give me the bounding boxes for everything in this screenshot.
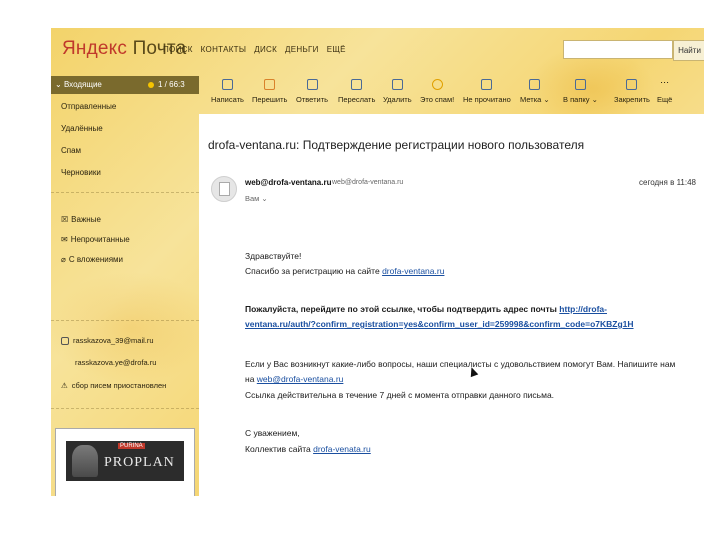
questions-line-2: на web@drofa-ventana.ru — [245, 374, 344, 384]
compose-icon — [221, 79, 233, 90]
sidebar-divider — [51, 408, 199, 409]
validity-text: Ссылка действительна в течение 7 дней с … — [245, 390, 555, 400]
collector-status[interactable]: ⚠ сбор писем приостановлен — [61, 381, 166, 390]
search-button[interactable]: Найти — [673, 40, 704, 61]
important-icon: ☒ — [61, 215, 69, 224]
compose-button[interactable]: Написать — [211, 72, 244, 104]
inbox-label: ⌄ Входящие — [55, 80, 102, 89]
confirm-link-line: ventana.ru/auth/?confirm_registration=ye… — [245, 319, 634, 329]
sidebar-item-important[interactable]: ☒ Важные — [61, 215, 101, 224]
proplan-logo: PROPLAN — [104, 455, 175, 470]
more-button[interactable]: ··· Ещё — [657, 72, 672, 105]
delete-button[interactable]: Удалить — [383, 72, 412, 104]
sidebar: ⌄ Входящие 1 / 66:3 Отправленные Удалённ… — [51, 72, 199, 496]
contact-email-link[interactable]: web@drofa-ventana.ru — [257, 374, 344, 384]
recipient-toggle[interactable]: Вам ⌄ — [245, 194, 268, 203]
sender-name[interactable]: web@drofa-ventana.ru — [245, 178, 331, 187]
forward-button[interactable]: Переслать — [338, 72, 375, 104]
confirm-link-part1[interactable]: http://drofa- — [559, 304, 607, 314]
tag-icon — [529, 79, 541, 90]
trash-icon — [391, 79, 403, 90]
sidebar-item-spam[interactable]: Спам — [61, 146, 81, 155]
team-line: Коллектив сайта drofa-venata.ru — [245, 444, 371, 454]
spam-hand-icon — [431, 79, 443, 90]
mail-window: Яндекс Почта поиск контакты диск деньги … — [51, 28, 704, 496]
document-icon — [219, 182, 230, 196]
nav-contacts[interactable]: контакты — [201, 45, 247, 54]
sender-avatar[interactable] — [211, 176, 237, 202]
sidebar-divider — [51, 192, 199, 193]
paperclip-icon: ⌀ — [61, 255, 66, 264]
label-dropdown[interactable]: Метка ⌄ — [520, 72, 550, 104]
nav-money[interactable]: деньги — [285, 45, 319, 54]
sender-address: web@drofa-ventana.ru — [332, 179, 404, 186]
pin-icon — [626, 79, 638, 90]
thanks-line: Спасибо за регистрацию на сайте drofa-ve… — [245, 266, 445, 276]
sidebar-item-drafts[interactable]: Черновики — [61, 168, 101, 177]
account-mailru[interactable]: rasskazova_39@mail.ru — [61, 336, 154, 345]
refresh-button[interactable]: Перешить — [252, 72, 287, 104]
confirm-line: Пожалуйста, перейдите по этой ссылке, чт… — [245, 304, 607, 314]
sidebar-item-attachments[interactable]: ⌀ С вложениями — [61, 255, 123, 264]
team-site-link[interactable]: drofa-venata.ru — [313, 444, 371, 454]
unread-envelope-icon — [481, 79, 493, 90]
sidebar-item-deleted[interactable]: Удалённые — [61, 124, 103, 133]
purina-ad-banner[interactable]: PURINA PROPLAN — [55, 428, 195, 496]
questions-line-1: Если у Вас возникнут какие-либо вопросы,… — [245, 359, 676, 369]
regards-text: С уважением, — [245, 428, 300, 438]
top-bar: Яндекс Почта поиск контакты диск деньги … — [51, 28, 704, 72]
confirm-link-part2[interactable]: ventana.ru/auth/?confirm_registration=ye… — [245, 319, 634, 329]
account-icon — [61, 336, 69, 345]
nav-more[interactable]: ещё — [327, 45, 346, 54]
envelope-icon: ✉ — [61, 235, 68, 244]
cat-image — [72, 445, 98, 477]
warning-icon: ⚠ — [61, 381, 68, 390]
sidebar-item-sent[interactable]: Отправленные — [61, 102, 116, 111]
greeting-text: Здравствуйте! — [245, 251, 302, 261]
folder-icon — [574, 79, 586, 90]
purina-logo: PURINA — [118, 443, 145, 449]
refresh-icon — [264, 79, 276, 90]
nav-disk[interactable]: диск — [254, 45, 277, 54]
spam-button[interactable]: Это спам! — [420, 72, 454, 104]
site-link[interactable]: drofa-ventana.ru — [382, 266, 444, 276]
message-view: drofa-ventana.ru: Подтверждение регистра… — [199, 114, 704, 496]
account-drofa[interactable]: rasskazova.ye@drofa.ru — [75, 358, 156, 367]
mark-unread-button[interactable]: Не прочитано — [463, 72, 511, 104]
inbox-count: 1 / 66:3 — [158, 80, 185, 89]
ad-image: PURINA PROPLAN — [66, 441, 184, 481]
nav-search[interactable]: поиск — [163, 45, 193, 54]
sidebar-item-unread[interactable]: ✉ Непрочитанные — [61, 235, 130, 244]
message-subject: drofa-ventana.ru: Подтверждение регистра… — [208, 138, 585, 152]
reply-button[interactable]: Ответить — [296, 72, 328, 104]
reply-icon — [306, 79, 318, 90]
search-input[interactable] — [563, 40, 673, 59]
top-nav: поиск контакты диск деньги ещё — [163, 45, 346, 54]
forward-icon — [351, 79, 363, 90]
more-icon: ··· — [660, 77, 670, 87]
move-to-folder-dropdown[interactable]: В папку ⌄ — [563, 72, 598, 104]
pin-button[interactable]: Закрепить — [614, 72, 650, 104]
message-date: сегодня в 11:48 — [639, 178, 697, 187]
sidebar-divider — [51, 320, 199, 321]
sidebar-item-inbox[interactable]: ⌄ Входящие 1 / 66:3 — [51, 76, 199, 94]
unread-dot-icon — [148, 82, 154, 88]
message-toolbar: Написать Перешить Ответить Переслать Уда… — [199, 72, 704, 114]
